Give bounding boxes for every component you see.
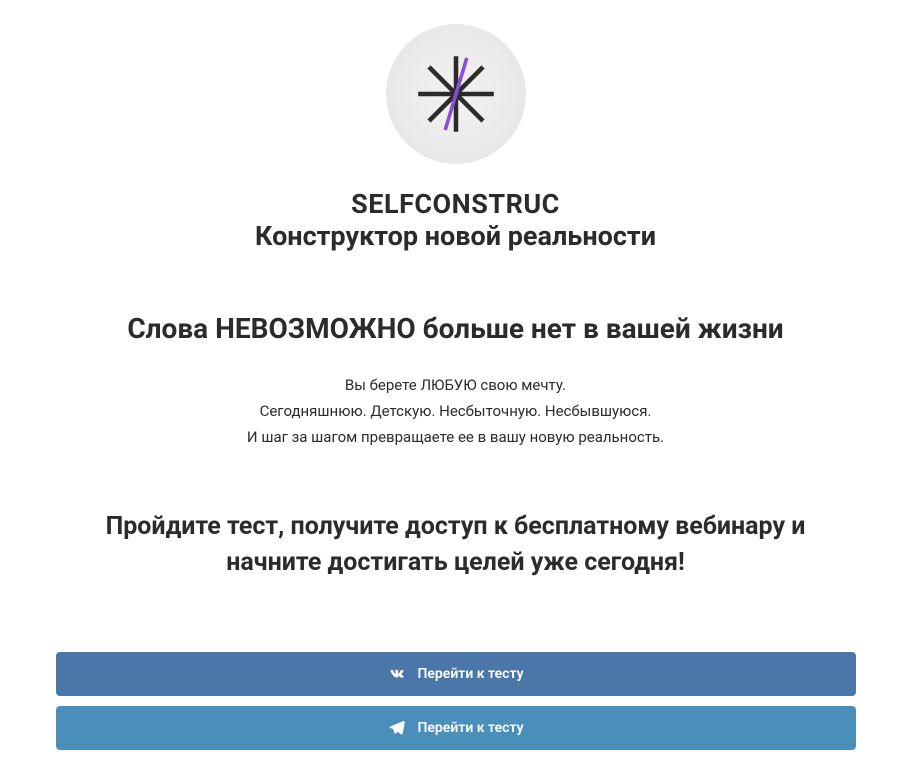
page-container: SELFCONSTRUC Конструктор новой реальност… xyxy=(0,0,911,770)
brand-logo xyxy=(386,24,526,164)
asterisk-icon xyxy=(411,49,501,139)
body-line-1: Вы берете ЛЮБУЮ свою мечту. xyxy=(345,373,566,397)
body-line-2: Сегодняшнюю. Детскую. Несбыточную. Несбы… xyxy=(260,399,652,423)
cta-heading: Пройдите тест, получите доступ к бесплат… xyxy=(40,509,871,582)
body-line-3: И шаг за шагом превращаете ее в вашу нов… xyxy=(247,425,664,449)
telegram-button-label: Перейти к тесту xyxy=(417,720,523,736)
vk-button-label: Перейти к тесту xyxy=(417,666,523,682)
buttons-container: Перейти к тесту Перейти к тесту xyxy=(56,652,856,750)
headline: Слова НЕВОЗМОЖНО больше нет в вашей жизн… xyxy=(127,312,783,345)
telegram-button[interactable]: Перейти к тесту xyxy=(56,706,856,750)
vk-button[interactable]: Перейти к тесту xyxy=(56,652,856,696)
vk-icon xyxy=(387,664,407,684)
brand-subtitle: Конструктор новой реальности xyxy=(255,220,656,252)
brand-name: SELFCONSTRUC xyxy=(351,188,560,220)
